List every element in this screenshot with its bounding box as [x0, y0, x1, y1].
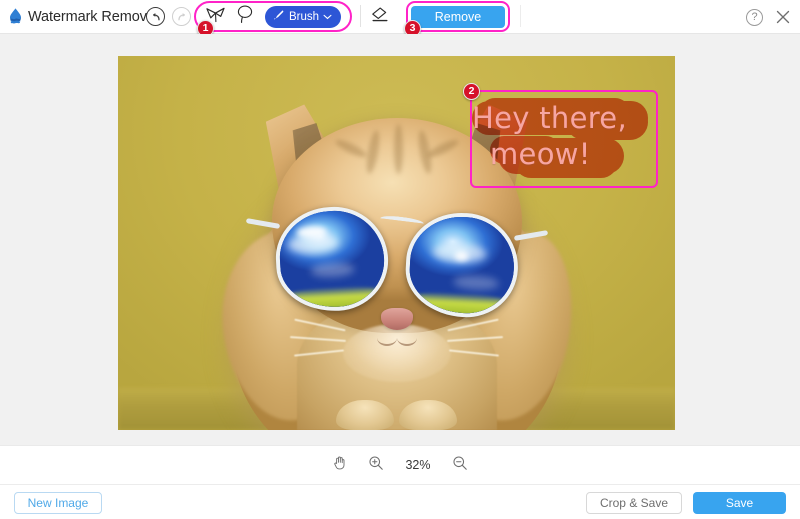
new-image-button[interactable]: New Image — [14, 492, 102, 514]
watermark-remover-window: Watermark Remover — [0, 0, 800, 519]
kitten-stripe — [364, 129, 381, 174]
app-title: Watermark Remover — [28, 9, 160, 25]
sunglasses-lens-right — [403, 210, 520, 320]
kitten-mouth — [377, 330, 417, 350]
redo-arrow-icon — [176, 11, 188, 23]
remove-button-group: Remove — [406, 1, 510, 32]
magnifier-plus-icon — [368, 455, 384, 476]
lasso-loop-icon — [236, 4, 254, 29]
toolbar-divider-1 — [360, 5, 361, 27]
crop-and-save-button[interactable]: Crop & Save — [586, 492, 682, 514]
kitten-paw-left — [336, 400, 394, 430]
remove-button[interactable]: Remove — [411, 6, 505, 28]
kitten-stripe — [425, 137, 460, 160]
window-controls: ? — [746, 0, 792, 34]
magnifier-minus-icon — [452, 455, 468, 476]
editor-canvas[interactable]: Hey there, meow! Hey there, meow! 2 — [0, 34, 800, 445]
redo-button[interactable] — [172, 7, 191, 26]
water-drop-wave-icon — [6, 7, 25, 26]
undo-button[interactable] — [146, 7, 165, 26]
brush-tool-button[interactable]: Brush — [265, 6, 341, 28]
selection-tools-group: Brush — [194, 1, 352, 32]
hand-pan-icon — [332, 455, 348, 476]
free-lasso-tool[interactable] — [231, 5, 259, 29]
app-brand: Watermark Remover — [0, 7, 140, 26]
brush-icon — [273, 9, 285, 24]
chevron-down-icon — [323, 11, 332, 23]
history-controls — [146, 7, 191, 26]
kitten-stripe — [394, 124, 403, 174]
sunglasses-temple-left — [245, 218, 279, 229]
sunglasses — [276, 201, 518, 319]
eraser-icon — [371, 6, 392, 28]
footer-bar: New Image Crop & Save Save — [0, 484, 800, 519]
zoom-in-button[interactable] — [366, 455, 386, 475]
close-icon[interactable] — [774, 8, 792, 26]
pan-tool-button[interactable] — [330, 455, 350, 475]
step-badge-2: 2 — [463, 83, 480, 100]
sunglasses-lens-left — [273, 204, 390, 314]
kitten-paw-right — [399, 400, 457, 430]
save-button[interactable]: Save — [693, 492, 786, 514]
top-toolbar: Watermark Remover — [0, 0, 800, 34]
photo-preview[interactable]: Hey there, meow! Hey there, meow! 2 — [118, 56, 675, 430]
kitten-stripe — [333, 137, 368, 160]
zoom-level-label: 32% — [402, 458, 434, 472]
selected-watermark-region[interactable]: 2 — [470, 90, 658, 188]
zoom-out-button[interactable] — [450, 455, 470, 475]
eraser-tool[interactable] — [368, 6, 394, 28]
zoom-toolbar: 32% — [0, 445, 800, 484]
help-icon[interactable]: ? — [746, 9, 763, 26]
toolbar-divider-2 — [520, 5, 521, 27]
brush-label: Brush — [289, 11, 319, 23]
undo-arrow-icon — [150, 11, 162, 23]
